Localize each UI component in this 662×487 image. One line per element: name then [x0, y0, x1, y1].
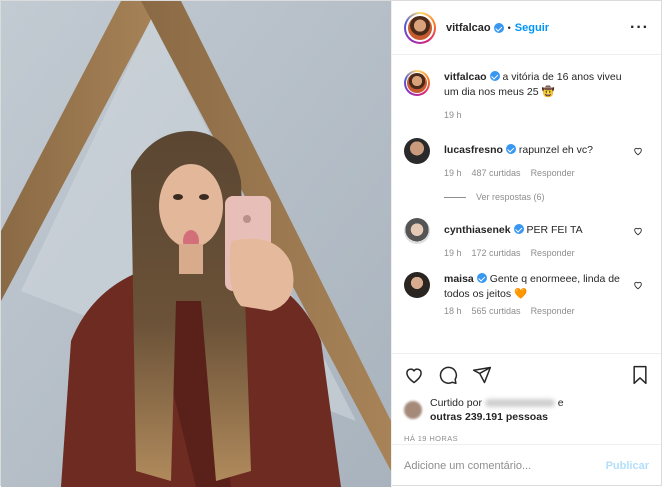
verified-badge-icon	[505, 144, 516, 154]
action-icons	[404, 362, 649, 388]
post-side-panel: vitfalcao • Seguir ··· vitfalcao a vitór…	[391, 1, 661, 487]
comment-meta: 18 h 565 curtidas Responder	[444, 306, 649, 316]
like-comment-heart-icon[interactable]	[633, 146, 643, 156]
caption-row: vitfalcao a vitória de 16 anos viveu um …	[404, 70, 649, 100]
comment-username[interactable]: maisa	[444, 273, 474, 285]
post-actions: Curtido por e outras 239.191 pessoas HÁ …	[392, 353, 661, 443]
comment-text-block: maisa Gente q enormeee, linda de todos o…	[444, 272, 634, 302]
selfie-image	[1, 1, 391, 487]
comment-username[interactable]: lucasfresno	[444, 144, 503, 156]
comment-avatar[interactable]	[404, 138, 430, 164]
liked-by-prefix: Curtido por	[430, 397, 482, 409]
share-send-icon[interactable]	[472, 365, 492, 385]
comment-avatar[interactable]	[404, 218, 430, 244]
caption-text-block: vitfalcao a vitória de 16 anos viveu um …	[444, 70, 634, 100]
verified-badge-icon	[493, 22, 504, 33]
like-comment-heart-icon[interactable]	[633, 280, 643, 290]
liker-username-blurred[interactable]	[484, 399, 555, 408]
reply-button[interactable]: Responder	[531, 168, 575, 178]
likes-summary: Curtido por e outras 239.191 pessoas	[404, 396, 649, 424]
publish-button[interactable]: Publicar	[606, 460, 649, 472]
comment-text-block: lucasfresno rapunzel eh vc?	[444, 138, 634, 164]
verified-badge-icon	[489, 71, 500, 81]
separator-dot: •	[507, 22, 511, 33]
comment-text: PER FEI TA	[526, 224, 583, 236]
caption-meta: 19 h	[444, 110, 649, 120]
comment-username[interactable]: cynthiasenek	[444, 224, 511, 236]
post-timestamp[interactable]: HÁ 19 HORAS	[404, 434, 649, 443]
comment-meta: 19 h 172 curtidas Responder	[444, 248, 649, 258]
bookmark-icon[interactable]	[631, 365, 649, 385]
comment-meta: 19 h 487 curtidas Responder	[444, 168, 649, 178]
instagram-post: vitfalcao • Seguir ··· vitfalcao a vitór…	[0, 0, 662, 487]
caption-time[interactable]: 19 h	[444, 110, 462, 120]
view-replies-label: Ver respostas (6)	[476, 192, 545, 202]
reply-button[interactable]: Responder	[531, 306, 575, 316]
follow-button[interactable]: Seguir	[515, 22, 549, 34]
more-options-icon[interactable]: ···	[630, 19, 649, 37]
comment-time[interactable]: 18 h	[444, 306, 462, 316]
comment-time[interactable]: 19 h	[444, 248, 462, 258]
author-avatar[interactable]	[404, 11, 436, 44]
likes-text: Curtido por e outras 239.191 pessoas	[430, 396, 564, 424]
comment-bubble-icon[interactable]	[438, 365, 458, 385]
verified-badge-icon	[476, 273, 487, 283]
comment-input[interactable]	[404, 460, 606, 472]
post-header: vitfalcao • Seguir ···	[392, 1, 661, 55]
comment-row: cynthiasenek PER FEI TA	[404, 218, 649, 244]
verified-badge-icon	[513, 224, 524, 234]
comment-row: lucasfresno rapunzel eh vc?	[404, 138, 649, 164]
like-comment-heart-icon[interactable]	[633, 226, 643, 236]
comment-likes[interactable]: 172 curtidas	[472, 248, 521, 258]
comment-text: rapunzel eh vc?	[518, 144, 594, 156]
liked-by-others[interactable]: outras 239.191 pessoas	[430, 411, 548, 423]
liker-avatar[interactable]	[404, 401, 422, 419]
comments-list: vitfalcao a vitória de 16 anos viveu um …	[392, 56, 661, 353]
caption-avatar[interactable]	[404, 70, 430, 96]
comment-text-block: cynthiasenek PER FEI TA	[444, 218, 634, 244]
comment-time[interactable]: 19 h	[444, 168, 462, 178]
view-replies-button[interactable]: Ver respostas (6)	[444, 192, 649, 202]
add-comment-bar: Publicar	[392, 444, 661, 487]
comment-avatar[interactable]	[404, 272, 430, 298]
liked-by-suffix: e	[557, 397, 564, 409]
comment-likes[interactable]: 487 curtidas	[472, 168, 521, 178]
comment-row: maisa Gente q enormeee, linda de todos o…	[404, 272, 649, 302]
post-photo[interactable]	[1, 1, 391, 487]
replies-divider	[444, 196, 466, 198]
author-username[interactable]: vitfalcao	[446, 22, 491, 34]
caption-username[interactable]: vitfalcao	[444, 71, 487, 83]
comment-likes[interactable]: 565 curtidas	[472, 306, 521, 316]
like-heart-icon[interactable]	[404, 365, 424, 385]
reply-button[interactable]: Responder	[531, 248, 575, 258]
